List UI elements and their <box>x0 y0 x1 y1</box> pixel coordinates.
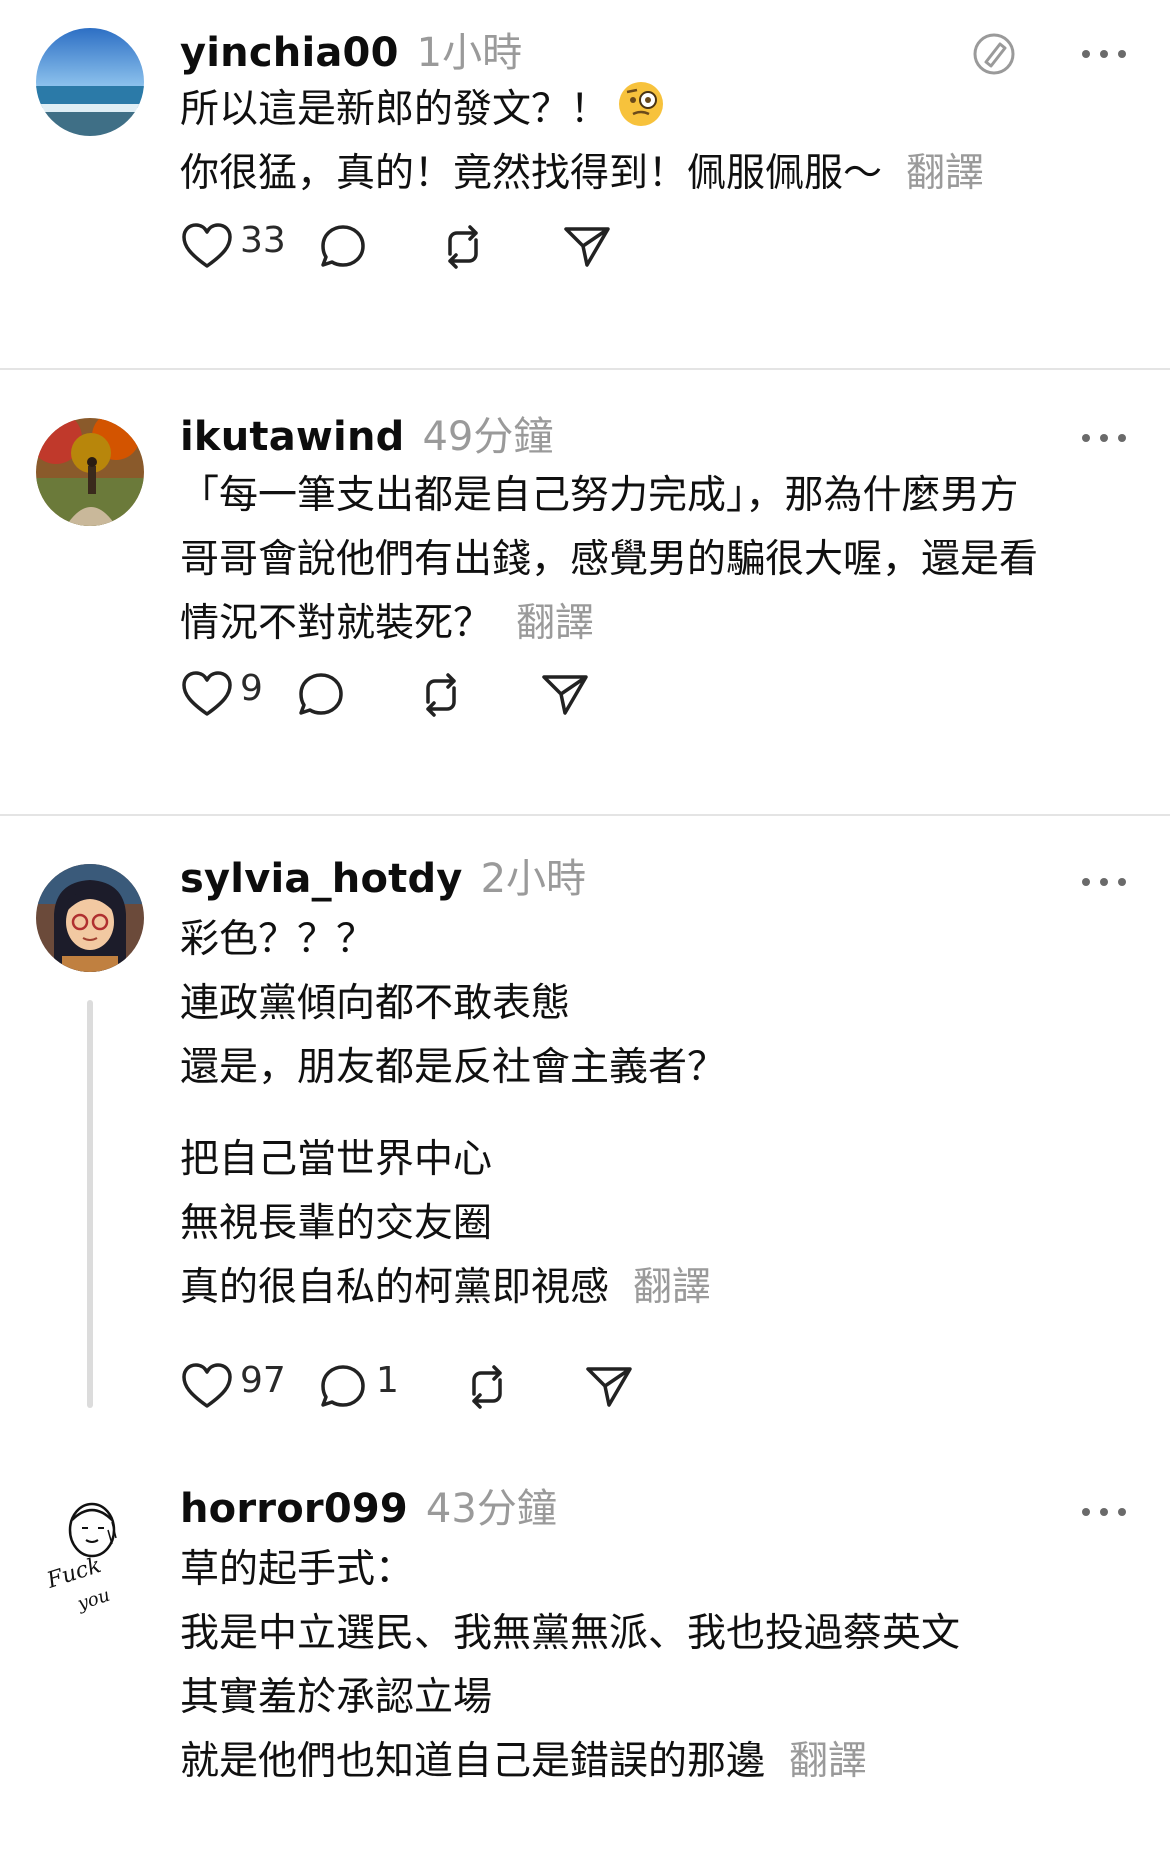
username[interactable]: yinchia00 <box>180 30 399 76</box>
post-body: 「每一筆支出都是自己努力完成」，那為什麼男方 哥哥會說他們有出錢，感覺男的騙很大… <box>180 464 1038 656</box>
send-icon <box>542 675 588 715</box>
edit-icon[interactable] <box>970 30 1018 82</box>
heart-icon <box>182 1363 232 1408</box>
post-yinchia00: yinchia00 1小時 所以這是新郎的發文？！ 你很猛，真的！竟然找得到！佩… <box>0 0 1170 316</box>
share-button[interactable] <box>560 220 614 274</box>
post-text-line: 還是，朋友都是反社會主義者？ <box>180 1045 727 1090</box>
timestamp: 2小時 <box>480 856 587 902</box>
thread-line <box>87 1000 93 1408</box>
sketch-face-avatar-icon: Fuck you <box>43 1502 117 1615</box>
post-sylvia_hotdy: sylvia_hotdy 2小時 彩色？？？ 連政黨傾向都不敢表態 還是，朋友都… <box>0 816 1170 1456</box>
translate-link[interactable]: 翻譯 <box>906 151 984 196</box>
share-button[interactable] <box>538 668 592 722</box>
like-button[interactable]: 97 <box>180 1360 286 1414</box>
monocle-face-icon <box>619 82 664 126</box>
beach-photo-icon <box>36 28 144 136</box>
reply-button[interactable]: 1 <box>316 1360 399 1414</box>
reply-count: 1 <box>376 1359 399 1401</box>
repost-button[interactable] <box>460 1360 514 1414</box>
avatar[interactable] <box>36 28 144 136</box>
post-text-line: 真的很自私的柯黨即視感 <box>180 1265 610 1310</box>
avatar[interactable]: Fuck you <box>36 1500 144 1615</box>
post-text-line: 連政黨傾向都不敢表態 <box>180 981 571 1026</box>
comment-icon <box>321 1365 365 1407</box>
post-text-line: 草的起手式： <box>180 1547 415 1592</box>
share-button[interactable] <box>582 1360 636 1414</box>
post-text-line: 情況不對就裝死？ <box>180 601 493 646</box>
more-options-icon[interactable] <box>1082 430 1126 446</box>
username[interactable]: sylvia_hotdy <box>180 856 463 902</box>
post-header: sylvia_hotdy 2小時 <box>180 846 586 904</box>
reply-button[interactable] <box>316 220 370 274</box>
username[interactable]: horror099 <box>180 1486 408 1532</box>
post-text-line: 所以這是新郎的發文？！ <box>180 87 610 132</box>
autumn-photo-icon <box>36 418 144 526</box>
comment-icon <box>321 225 365 267</box>
username[interactable]: ikutawind <box>180 414 404 460</box>
send-icon <box>586 1367 632 1407</box>
like-count: 33 <box>240 219 286 261</box>
more-options-icon[interactable] <box>1082 46 1126 62</box>
timestamp: 43分鐘 <box>425 1486 557 1532</box>
repost-button[interactable] <box>436 220 490 274</box>
post-text-line: 「每一筆支出都是自己努力完成」，那為什麼男方 <box>180 473 1019 518</box>
repost-button[interactable] <box>414 668 468 722</box>
avatar[interactable] <box>36 418 144 526</box>
post-text-line: 就是他們也知道自己是錯誤的那邊 <box>180 1739 766 1784</box>
post-header: ikutawind 49分鐘 <box>180 404 553 462</box>
post-header: yinchia00 1小時 <box>180 20 522 78</box>
repost-icon <box>448 225 478 269</box>
like-button[interactable]: 9 <box>180 668 263 722</box>
repost-icon <box>472 1365 502 1409</box>
send-icon <box>564 227 610 267</box>
post-horror099: Fuck you horror099 43分鐘 草的起手式： 我是中立選民、我無… <box>0 1456 1170 1851</box>
post-header: horror099 43分鐘 <box>180 1476 557 1534</box>
post-body: 草的起手式： 我是中立選民、我無黨無派、我也投過蔡英文 其實羞於承認立場 就是他… <box>180 1538 960 1794</box>
post-body: 所以這是新郎的發文？！ 你很猛，真的！竟然找得到！佩服佩服～ 翻譯 <box>180 78 984 206</box>
svg-text:you: you <box>74 1585 112 1615</box>
comment-icon <box>299 673 343 715</box>
repost-icon <box>426 673 456 717</box>
like-count: 9 <box>240 667 263 709</box>
post-text-line: 其實羞於承認立場 <box>180 1675 493 1720</box>
heart-icon <box>182 671 232 716</box>
post-text-line: 彩色？？？ <box>180 917 376 962</box>
translate-link[interactable]: 翻譯 <box>633 1265 711 1310</box>
post-text-line: 無視長輩的交友圈 <box>180 1201 493 1246</box>
translate-link[interactable]: 翻譯 <box>516 601 594 646</box>
heart-icon <box>182 223 232 268</box>
timestamp: 49分鐘 <box>422 414 554 460</box>
post-ikutawind: ikutawind 49分鐘 「每一筆支出都是自己努力完成」，那為什麼男方 哥哥… <box>0 370 1170 810</box>
post-text-line: 把自己當世界中心 <box>180 1137 493 1182</box>
post-text-line: 哥哥會說他們有出錢，感覺男的騙很大喔，還是看 <box>180 537 1039 582</box>
more-options-icon[interactable] <box>1082 874 1126 890</box>
reply-button[interactable] <box>294 668 348 722</box>
like-count: 97 <box>240 1359 286 1401</box>
like-button[interactable]: 33 <box>180 220 286 274</box>
more-options-icon[interactable] <box>1082 1504 1126 1520</box>
translate-link[interactable]: 翻譯 <box>789 1739 867 1784</box>
post-text-line: 你很猛，真的！竟然找得到！佩服佩服～ <box>180 151 883 196</box>
post-text-line: 我是中立選民、我無黨無派、我也投過蔡英文 <box>180 1611 961 1656</box>
avatar[interactable] <box>36 864 144 972</box>
timestamp: 1小時 <box>416 30 523 76</box>
post-body: 彩色？？？ 連政黨傾向都不敢表態 還是，朋友都是反社會主義者？ 把自己當世界中心… <box>180 908 726 1320</box>
cartoon-girl-avatar-icon <box>36 864 144 972</box>
